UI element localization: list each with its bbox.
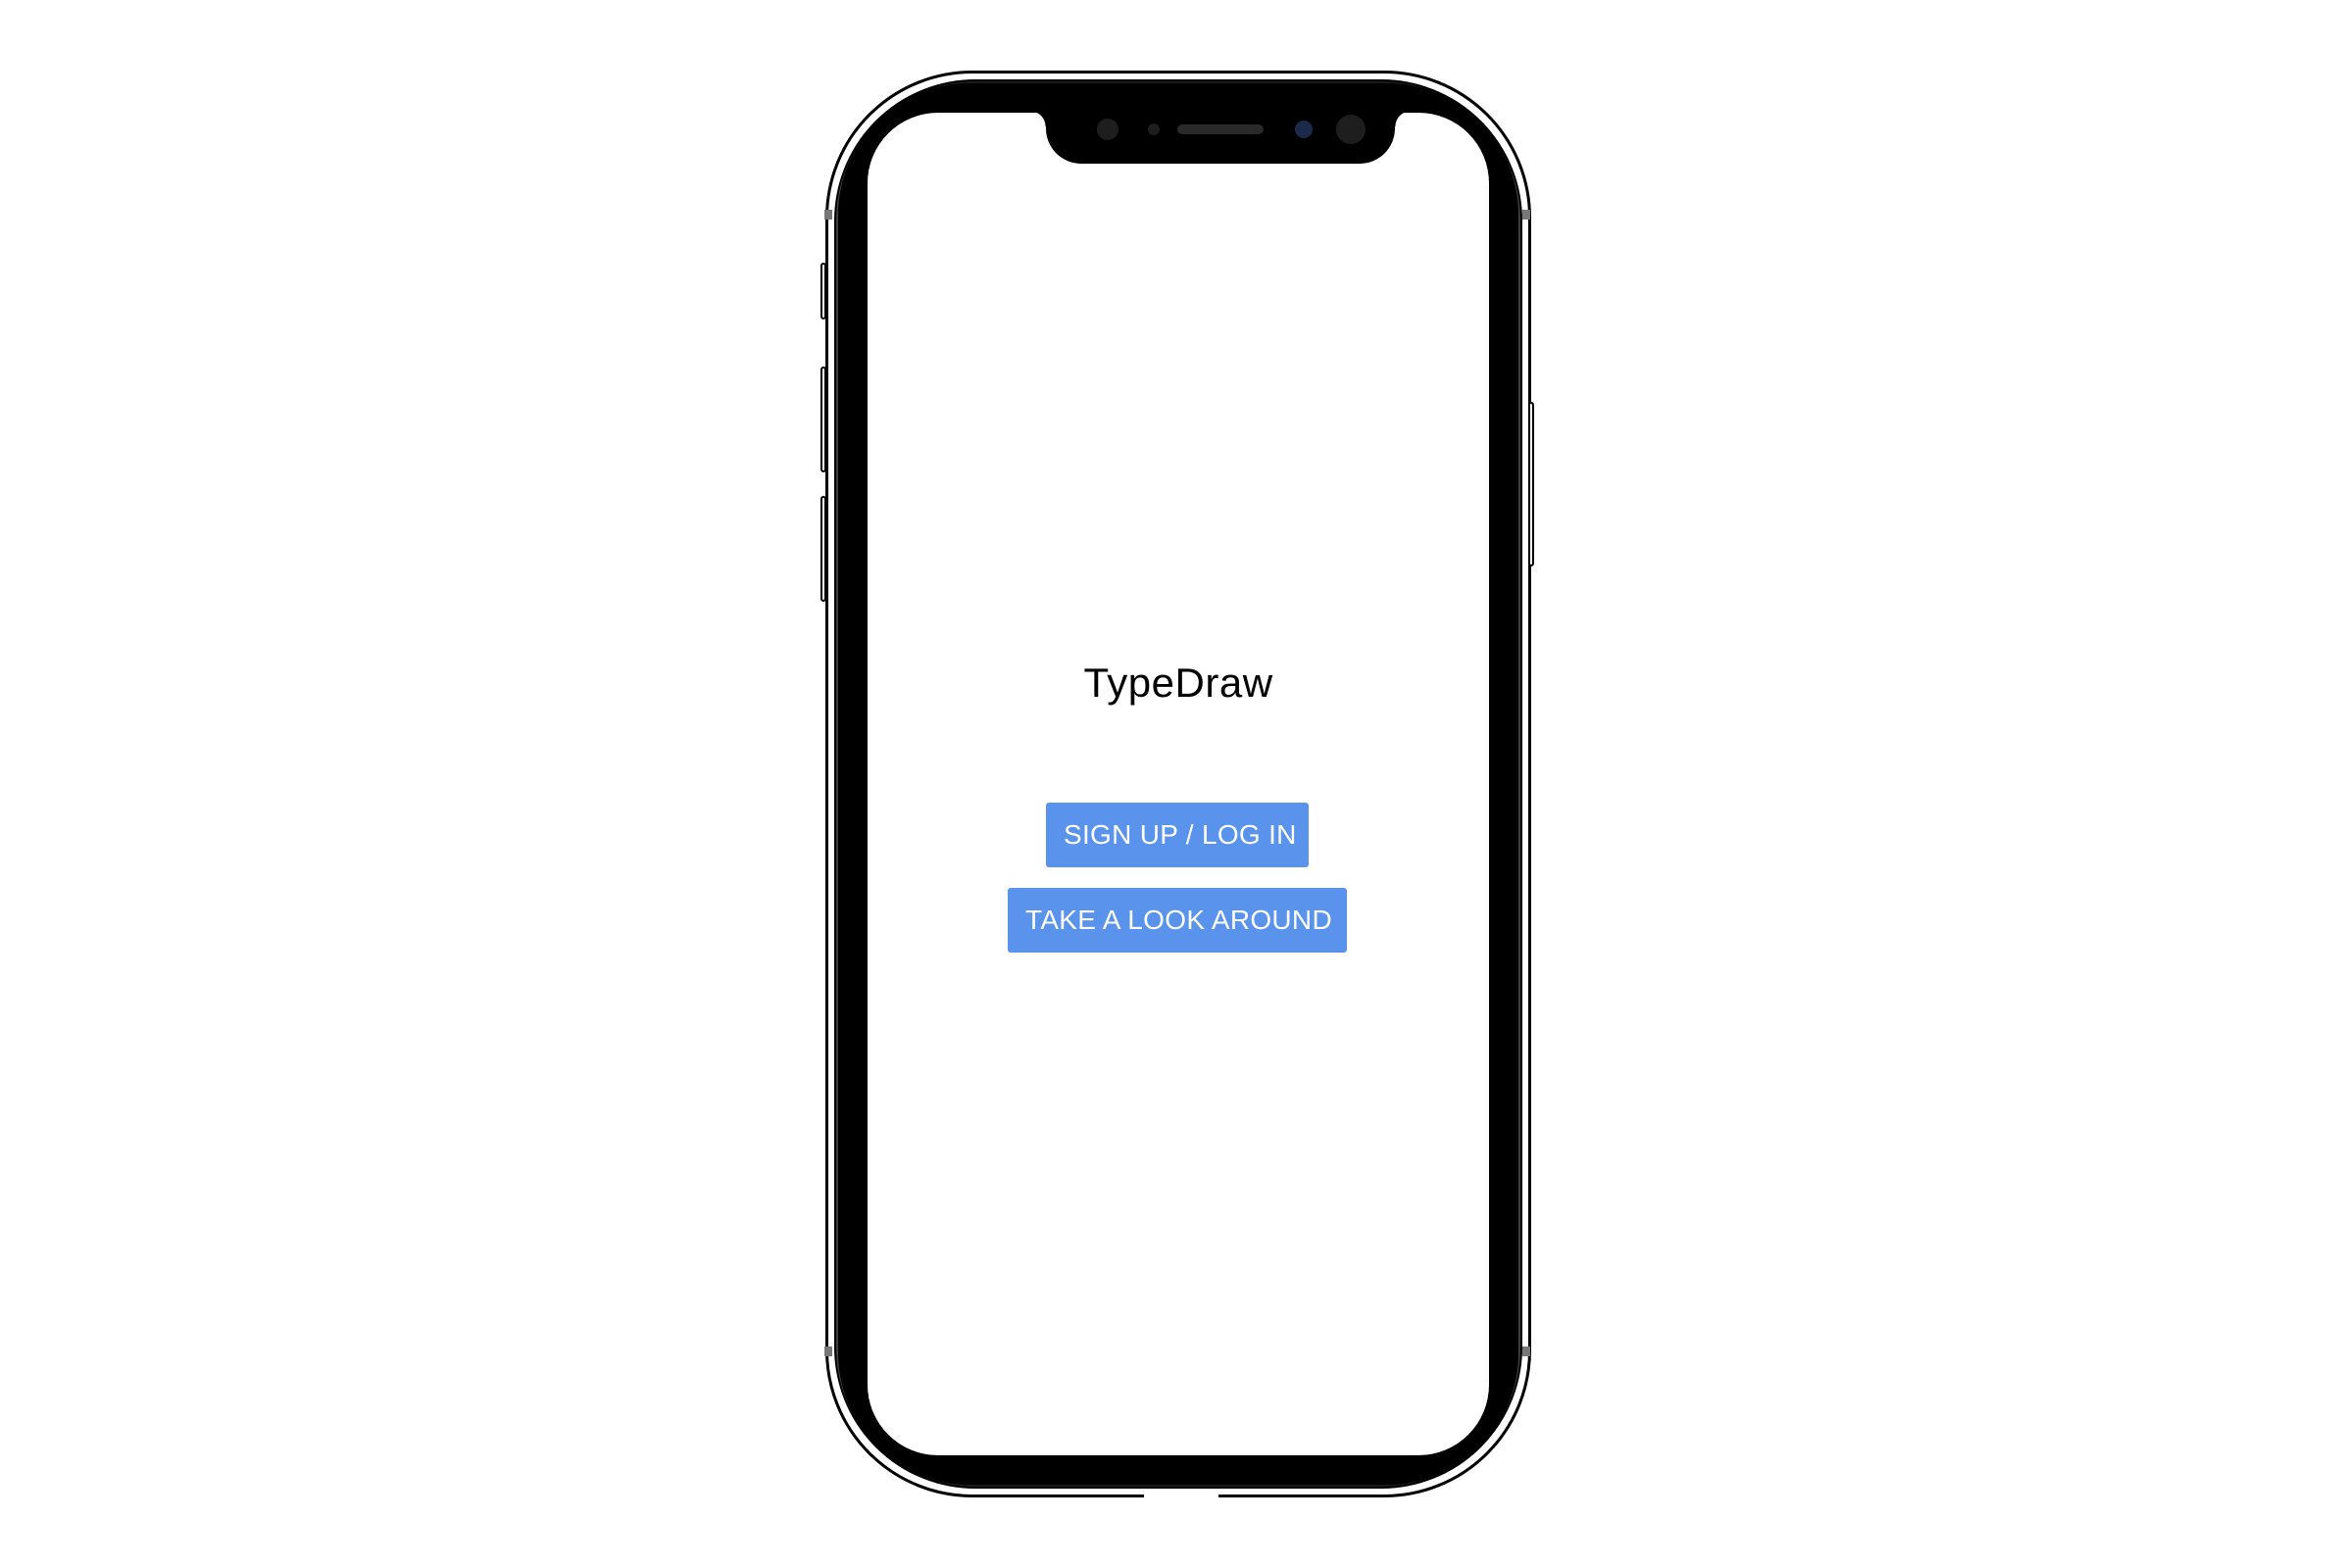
- bottom-speaker-gap: [1144, 1491, 1218, 1498]
- dot-projector-icon: [1336, 115, 1366, 144]
- mute-switch: [820, 263, 826, 319]
- antenna-band: [1522, 1347, 1530, 1356]
- proximity-sensor-icon: [1097, 119, 1118, 140]
- antenna-band: [1522, 210, 1530, 220]
- notch: [1030, 113, 1411, 164]
- volume-up-button: [820, 367, 826, 472]
- antenna-band: [824, 210, 832, 220]
- signup-login-button[interactable]: SIGN UP / LOG IN: [1046, 803, 1309, 867]
- phone-screen: TypeDraw SIGN UP / LOG IN TAKE A LOOK AR…: [868, 113, 1489, 1455]
- app-title: TypeDraw: [1083, 660, 1273, 706]
- power-button: [1528, 402, 1534, 566]
- antenna-band: [824, 1347, 832, 1356]
- take-a-look-around-button[interactable]: TAKE A LOOK AROUND: [1008, 888, 1347, 953]
- app-content: TypeDraw SIGN UP / LOG IN TAKE A LOOK AR…: [868, 113, 1489, 1455]
- stage: TypeDraw SIGN UP / LOG IN TAKE A LOOK AR…: [0, 0, 2335, 1568]
- speaker-grille: [1177, 124, 1264, 134]
- ambient-sensor-icon: [1148, 123, 1160, 135]
- phone-frame: TypeDraw SIGN UP / LOG IN TAKE A LOOK AR…: [825, 71, 1531, 1498]
- front-camera-icon: [1295, 121, 1313, 138]
- volume-down-button: [820, 496, 826, 602]
